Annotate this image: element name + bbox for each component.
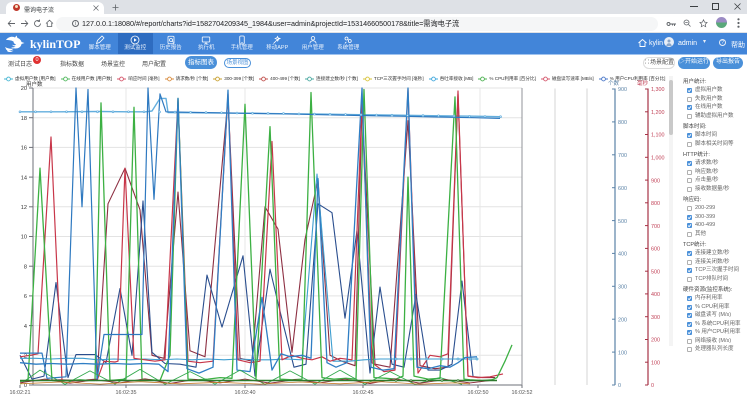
- svg-text:0: 0: [24, 383, 27, 389]
- svg-text:1,300: 1,300: [651, 87, 665, 93]
- svg-text:8: 8: [24, 264, 27, 270]
- svg-text:14: 14: [21, 175, 27, 181]
- svg-text:200: 200: [618, 317, 627, 323]
- svg-text:800: 800: [651, 201, 660, 207]
- svg-text:10: 10: [21, 235, 27, 241]
- svg-text:18: 18: [21, 116, 27, 122]
- svg-text:300: 300: [651, 315, 660, 321]
- svg-text:900: 900: [651, 178, 660, 184]
- svg-text:100: 100: [651, 360, 660, 366]
- svg-text:600: 600: [618, 186, 627, 192]
- svg-text:900: 900: [618, 87, 627, 93]
- svg-text:12: 12: [21, 205, 27, 211]
- svg-text:800: 800: [618, 120, 627, 126]
- svg-text:16:02:40: 16:02:40: [235, 390, 256, 396]
- svg-text:20: 20: [21, 86, 27, 92]
- svg-text:16:02:52: 16:02:52: [512, 390, 533, 396]
- svg-text:500: 500: [651, 269, 660, 275]
- svg-text:700: 700: [651, 224, 660, 230]
- svg-text:100: 100: [618, 350, 627, 356]
- svg-text:16:02:50: 16:02:50: [468, 390, 489, 396]
- svg-text:16:02:45: 16:02:45: [353, 390, 374, 396]
- svg-text:4: 4: [24, 324, 27, 330]
- svg-text:500: 500: [618, 219, 627, 225]
- svg-text:1,100: 1,100: [651, 133, 665, 139]
- svg-text:200: 200: [651, 338, 660, 344]
- svg-text:1,000: 1,000: [651, 156, 665, 162]
- svg-text:16:02:21: 16:02:21: [10, 390, 31, 396]
- svg-text:300: 300: [618, 285, 627, 291]
- svg-text:400: 400: [651, 292, 660, 298]
- svg-text:16:02:35: 16:02:35: [116, 390, 137, 396]
- svg-text:16: 16: [21, 146, 27, 152]
- svg-text:400: 400: [618, 252, 627, 258]
- svg-text:0: 0: [618, 383, 621, 389]
- svg-text:700: 700: [618, 153, 627, 159]
- svg-text:600: 600: [651, 247, 660, 253]
- svg-text:6: 6: [24, 294, 27, 300]
- svg-text:1,200: 1,200: [651, 110, 665, 116]
- svg-text:0: 0: [651, 383, 654, 389]
